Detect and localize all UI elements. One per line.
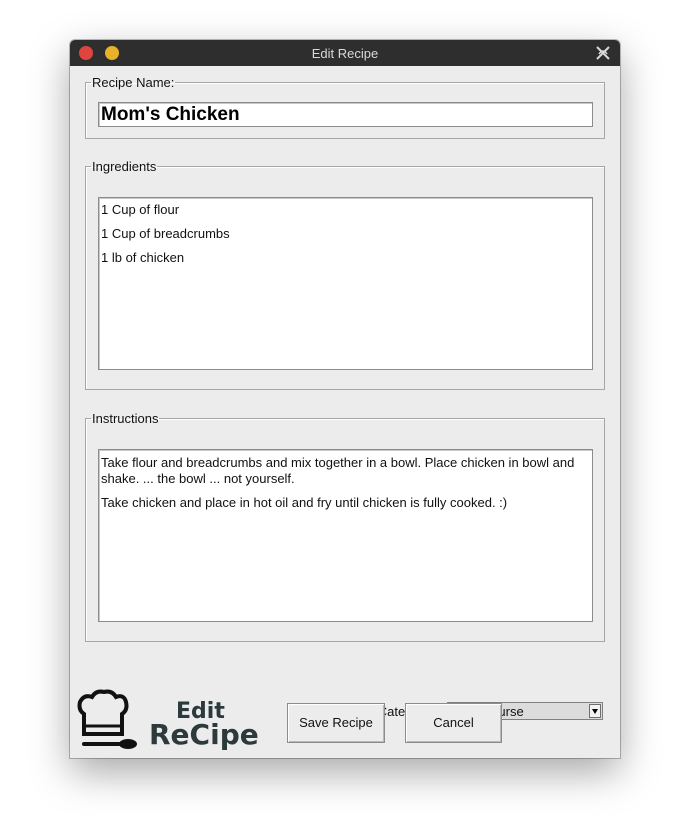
instruction-line: Take flour and breadcrumbs and mix toget… <box>101 455 575 486</box>
title-bar[interactable]: Edit Recipe <box>70 40 620 66</box>
logo-text-recipe: ReCipe <box>149 718 259 751</box>
ingredient-line: 1 Cup of breadcrumbs <box>101 226 230 241</box>
spoon-icon <box>82 739 137 749</box>
ingredients-legend: Ingredients <box>92 159 157 174</box>
chevron-down-icon[interactable] <box>589 704 601 718</box>
ingredients-textarea[interactable]: 1 Cup of flour 1 Cup of breadcrumbs 1 lb… <box>98 197 593 370</box>
recipe-name-value: Mom's Chicken <box>101 104 240 125</box>
save-recipe-button[interactable]: Save Recipe <box>287 703 385 743</box>
app-icon <box>596 46 610 60</box>
instructions-legend: Instructions <box>92 411 159 426</box>
instructions-textarea[interactable]: Take flour and breadcrumbs and mix toget… <box>98 449 593 622</box>
window-title: Edit Recipe <box>311 46 379 61</box>
instruction-line: Take chicken and place in hot oil and fr… <box>101 495 508 510</box>
cancel-button[interactable]: Cancel <box>405 703 502 743</box>
edit-recipe-window: Edit Recipe Recipe Name: Mom's Chicken I… <box>70 40 620 758</box>
ingredient-line: 1 lb of chicken <box>101 250 185 265</box>
ingredient-line: 1 Cup of flour <box>101 202 180 217</box>
recipe-name-legend: Recipe Name: <box>92 75 175 90</box>
edit-recipe-logo: Edit ReCipe <box>77 689 259 751</box>
recipe-name-input[interactable]: Mom's Chicken <box>98 102 593 127</box>
chef-hat-icon <box>77 689 129 736</box>
